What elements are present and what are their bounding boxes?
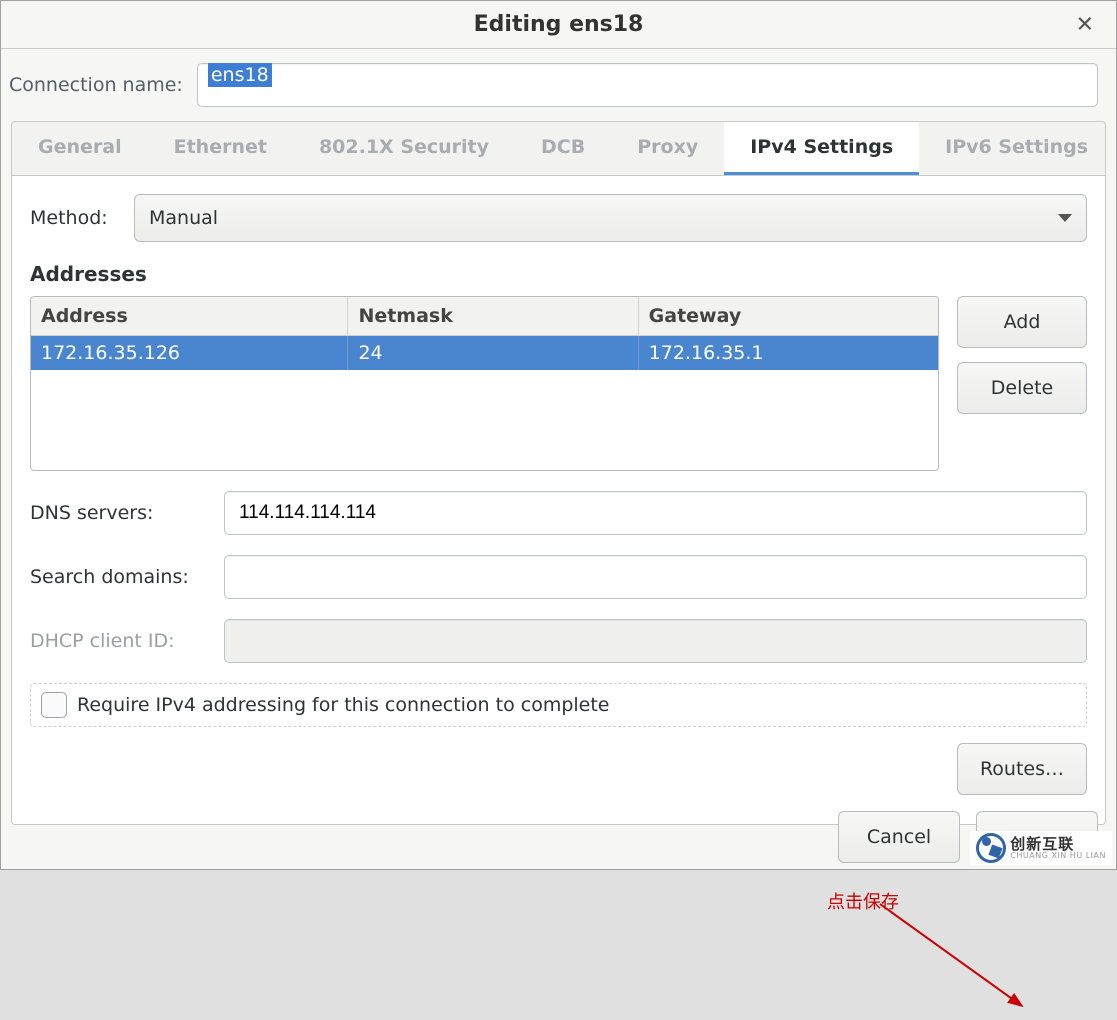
header-netmask[interactable]: Netmask <box>348 297 638 335</box>
delete-button[interactable]: Delete <box>957 362 1087 414</box>
add-button[interactable]: Add <box>957 296 1087 348</box>
editor-window: Editing ens18 ✕ Connection name: ens18 G… <box>0 0 1117 870</box>
connection-name-input[interactable]: ens18 <box>197 63 1098 107</box>
titlebar: Editing ens18 ✕ <box>1 1 1116 49</box>
tab-dcb[interactable]: DCB <box>515 122 611 175</box>
tab-ethernet[interactable]: Ethernet <box>148 122 293 175</box>
addresses-table: Address Netmask Gateway 172.16.35.126 24… <box>30 296 939 471</box>
require-ipv4-checkbox[interactable] <box>41 692 67 718</box>
annotation-text: 点击保存 <box>827 888 899 914</box>
tab-proxy[interactable]: Proxy <box>611 122 724 175</box>
require-ipv4-row[interactable]: Require IPv4 addressing for this connect… <box>30 683 1087 727</box>
tab-ipv4[interactable]: IPv4 Settings <box>724 122 919 175</box>
address-row[interactable]: 172.16.35.126 24 172.16.35.1 <box>31 336 938 370</box>
header-gateway[interactable]: Gateway <box>639 297 938 335</box>
watermark-main: 创新互联 <box>1010 837 1106 852</box>
dns-input[interactable] <box>224 491 1087 535</box>
tab-general[interactable]: General <box>12 122 148 175</box>
tab-ipv6[interactable]: IPv6 Settings <box>919 122 1114 175</box>
cancel-button[interactable]: Cancel <box>838 811 960 863</box>
addresses-label: Addresses <box>30 262 1087 286</box>
routes-button[interactable]: Routes… <box>957 743 1087 795</box>
watermark-sub: CHUANG XIN HU LIAN <box>1010 852 1106 860</box>
search-domains-label: Search domains: <box>30 566 210 588</box>
search-domains-input[interactable] <box>224 555 1087 599</box>
chevron-down-icon <box>1058 214 1072 222</box>
watermark: 创新互联 CHUANG XIN HU LIAN <box>970 831 1112 865</box>
cell-address[interactable]: 172.16.35.126 <box>31 336 348 370</box>
close-icon: ✕ <box>1076 12 1094 37</box>
require-ipv4-label: Require IPv4 addressing for this connect… <box>77 694 610 716</box>
window-title: Editing ens18 <box>474 12 644 37</box>
tab-bar: General Ethernet 802.1X Security DCB Pro… <box>11 121 1106 175</box>
dhcp-client-id-label: DHCP client ID: <box>30 630 210 652</box>
close-button[interactable]: ✕ <box>1068 8 1102 41</box>
method-label: Method: <box>30 207 120 229</box>
connection-name-label: Connection name: <box>9 74 183 96</box>
dns-label: DNS servers: <box>30 502 210 524</box>
method-dropdown[interactable]: Manual <box>134 194 1087 242</box>
method-value: Manual <box>149 207 218 229</box>
cell-netmask[interactable]: 24 <box>348 336 638 370</box>
tab-security[interactable]: 802.1X Security <box>293 122 515 175</box>
dhcp-client-id-input <box>224 619 1087 663</box>
ipv4-panel: Method: Manual Addresses Address Netmask… <box>11 175 1106 825</box>
watermark-icon <box>976 833 1006 863</box>
cell-gateway[interactable]: 172.16.35.1 <box>639 336 938 370</box>
connection-name-value: ens18 <box>208 63 272 87</box>
connection-name-row: Connection name: ens18 <box>1 49 1116 121</box>
addresses-header: Address Netmask Gateway <box>31 297 938 336</box>
header-address[interactable]: Address <box>31 297 348 335</box>
